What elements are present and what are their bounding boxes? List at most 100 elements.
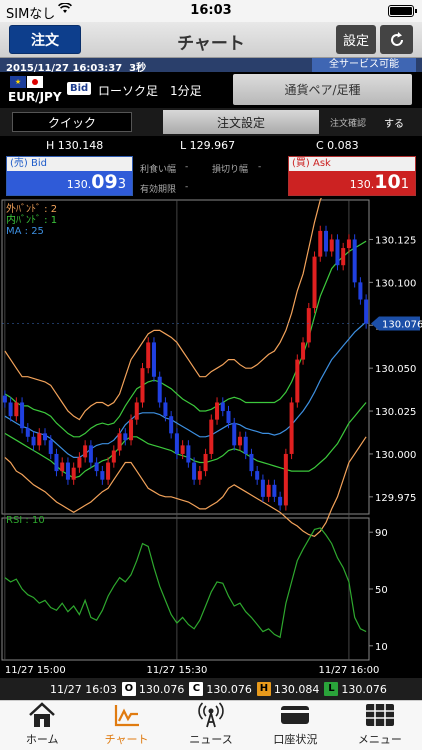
low-value-bar: 130.076 (341, 682, 387, 696)
quick-button[interactable]: クイック (12, 112, 132, 132)
ask-price: 130.101 (289, 171, 415, 195)
pair-interval-button[interactable]: 通貨ペア/足種 (233, 74, 412, 105)
candle-body (283, 453, 288, 506)
hlc-row: H 130.148 L 129.967 C 0.083 (0, 136, 422, 154)
candle-body (174, 433, 179, 454)
y-tick-label: 130.000 (375, 450, 416, 461)
chart-area[interactable]: 11/27 15:00 11/27 15:30 11/27 16:00 130.125… (0, 198, 422, 678)
low-value: L 129.967 (180, 139, 236, 152)
order-confirm-label: 注文確認 (330, 119, 367, 129)
candle-body (249, 453, 254, 472)
candle-body (226, 411, 231, 424)
legend-inner-band: 内ﾊﾞﾝﾄﾞ : 1 (6, 213, 57, 226)
rsi-line (4, 527, 367, 639)
tab-chart[interactable]: チャート (84, 701, 168, 750)
currency-pair-name: EUR/JPY (8, 90, 62, 104)
y-tick-label: 130.050 (375, 364, 416, 375)
candle-body (151, 342, 156, 377)
candle-body (83, 445, 88, 458)
settings-button[interactable]: 設定 (336, 25, 376, 54)
y-tick-label: 130.025 (375, 407, 416, 418)
candle-body (14, 402, 19, 417)
rsi-tick-label: 50 (375, 585, 388, 596)
candle-body (100, 471, 105, 480)
bid-button[interactable]: (売) Bid 130.093 (6, 156, 133, 196)
tab-account-label: 口座状況 (273, 733, 318, 746)
menu-icon (362, 701, 398, 729)
stop-loss-label: 損切り幅 (212, 165, 249, 175)
clock: 16:03 (190, 3, 232, 18)
account-icon (277, 701, 313, 729)
candle-body (106, 462, 111, 480)
x-tick-label: 11/27 15:30 (146, 665, 207, 676)
high-value-bar: 130.084 (273, 682, 320, 696)
interval-label: 1分足 (170, 84, 202, 98)
tab-menu[interactable]: メニュー (338, 701, 422, 750)
candle-body (77, 457, 82, 468)
y-tick-label: 130.125 (375, 235, 416, 246)
expiry-value: - (185, 182, 189, 192)
candle-body (306, 308, 311, 343)
chart-type-label: ローソク足 (98, 84, 159, 98)
quick-order-row: クイック 注文設定 注文確認 する (0, 108, 422, 136)
candle-body (88, 445, 93, 463)
refresh-icon (390, 31, 403, 46)
candle-body (329, 239, 334, 252)
x-tick-label: 11/27 15:00 (5, 665, 66, 676)
candle-body (364, 299, 369, 324)
chart-icon (109, 701, 145, 729)
order-confirm-toggle[interactable]: する (384, 115, 404, 130)
open-tag: O (121, 682, 136, 696)
candle-body (37, 433, 42, 446)
candle-body (163, 402, 168, 417)
candle-body (255, 471, 260, 480)
high-tag: H (256, 682, 271, 696)
candle-body (301, 342, 306, 360)
candle-body (180, 445, 185, 454)
service-status-badge: 全サービス可能 (312, 58, 416, 72)
status-bar: SIMなし 16:03 (0, 0, 422, 22)
candle-body (129, 419, 134, 441)
bid-label: (売) Bid (7, 157, 132, 171)
refresh-button[interactable] (380, 25, 413, 54)
bid-ask-row: (売) Bid 130.093 利食い幅 - 損切り幅 - 有効期限 - (買)… (0, 154, 422, 198)
take-profit-label: 利食い幅 (140, 165, 177, 175)
y-tick-label: 130.100 (375, 278, 416, 289)
open-value: 130.076 (138, 682, 185, 696)
legend-ma: MA : 25 (6, 226, 44, 237)
candle-body (289, 402, 294, 454)
expiry-label: 有効期限 (140, 185, 177, 195)
rate-type-badge: Bid (67, 82, 92, 95)
price-chart[interactable]: 11/27 15:00 11/27 15:30 11/27 16:00 130.125… (0, 198, 422, 678)
jp-flag-icon (27, 76, 43, 88)
quote-time: 11/27 16:03 (50, 682, 117, 696)
y-tick-label: 129.975 (375, 493, 416, 504)
candle-body (31, 436, 36, 446)
order-settings-button[interactable]: 注文設定 (163, 110, 319, 134)
tab-news[interactable]: ニュース (169, 701, 253, 750)
moving-average-line (4, 321, 367, 458)
ohlc-quote-bar: 11/27 16:03 O 130.076 C 130.076 H 130.084 L… (0, 678, 422, 700)
high-value: H 130.148 (46, 139, 104, 152)
candle-body (323, 230, 328, 252)
current-price-label: 130.076 (382, 320, 422, 331)
candle-body (8, 402, 13, 417)
home-icon (24, 701, 60, 729)
candle-body (25, 428, 30, 437)
rsi-tick-label: 10 (375, 642, 388, 653)
tab-bar: ホーム チャート ニュース 口座状況 メニュー (0, 700, 422, 750)
candle-body (65, 462, 70, 480)
candle-body (220, 402, 225, 412)
bid-price: 130.093 (7, 171, 132, 195)
close-tag: C (189, 682, 204, 696)
tab-home[interactable]: ホーム (0, 701, 84, 750)
currency-flags: ★ (10, 76, 44, 88)
candle-body (146, 342, 151, 369)
candle-body (20, 402, 25, 429)
tab-account[interactable]: 口座状況 (253, 701, 337, 750)
candle-body (169, 416, 174, 434)
candle-body (54, 453, 59, 472)
inner-band-upper (4, 240, 367, 438)
candle-body (278, 496, 283, 506)
ask-button[interactable]: (買) Ask 130.101 (288, 156, 416, 196)
